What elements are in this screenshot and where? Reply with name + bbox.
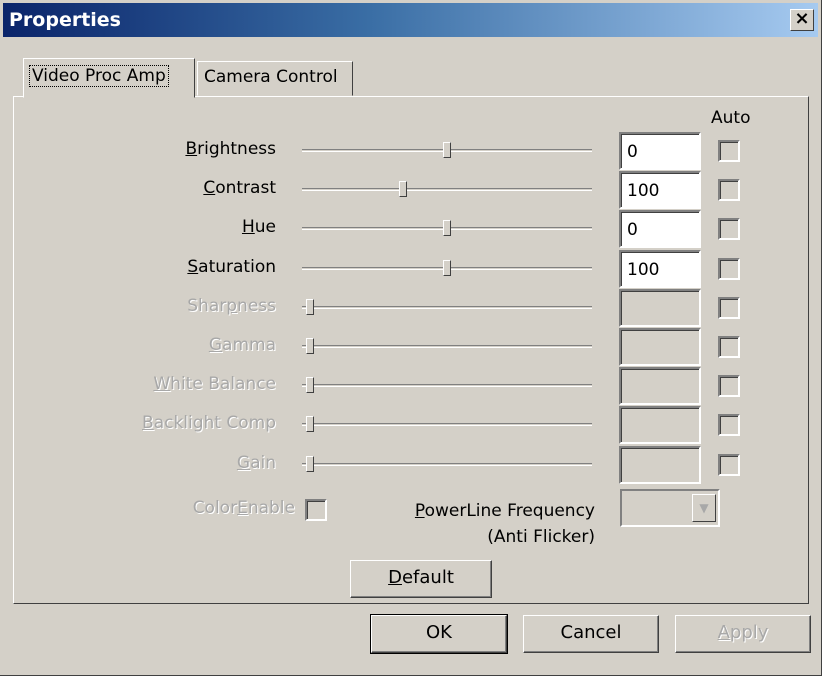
hue-value-field[interactable]: 0: [619, 210, 701, 249]
backlight-comp-auto-checkbox[interactable]: [718, 414, 740, 437]
properties-dialog: Properties × Video Proc Amp Camera Contr…: [0, 0, 822, 676]
brightness-slider[interactable]: [302, 142, 592, 158]
gamma-label: Gamma: [208, 335, 276, 355]
gamma-value-field: [619, 328, 701, 366]
backlight-comp-slider-thumb: [306, 416, 314, 433]
hue-slider[interactable]: [302, 220, 592, 237]
close-icon: ×: [794, 8, 810, 29]
saturation-slider[interactable]: [302, 259, 592, 276]
cancel-button[interactable]: Cancel: [523, 615, 659, 653]
backlight-comp-label: Backlight Comp: [142, 413, 276, 434]
gain-slider: [302, 455, 592, 472]
contrast-slider-thumb[interactable]: [399, 181, 408, 198]
saturation-label: Saturation: [187, 256, 276, 277]
tab-label: Camera Control: [204, 67, 338, 87]
ok-button[interactable]: OK: [370, 614, 508, 654]
gain-slider-thumb: [306, 455, 314, 472]
saturation-value-field[interactable]: 100: [619, 249, 701, 288]
default-button[interactable]: Default: [350, 560, 492, 598]
contrast-slider[interactable]: [302, 181, 592, 198]
powerline-frequency-select[interactable]: ▼: [620, 489, 720, 527]
contrast-auto-checkbox[interactable]: [718, 179, 740, 202]
brightness-slider-thumb[interactable]: [443, 142, 451, 158]
tab-camera-control[interactable]: Camera Control: [197, 61, 353, 96]
powerline-label-line2: (Anti Flicker): [487, 527, 595, 547]
color-enable-label: ColorEnable: [192, 498, 295, 518]
tab-label: Video Proc Amp: [29, 65, 169, 87]
hue-label: Hue: [241, 217, 276, 238]
backlight-comp-value-field: [619, 406, 701, 445]
saturation-slider-thumb[interactable]: [443, 259, 451, 276]
saturation-auto-checkbox[interactable]: [718, 257, 740, 280]
brightness-value-field[interactable]: 0: [619, 132, 701, 170]
white-balance-auto-checkbox[interactable]: [718, 375, 740, 398]
chevron-down-icon[interactable]: ▼: [692, 494, 716, 522]
cancel-button-label: Cancel: [560, 622, 622, 643]
default-button-label: Default: [388, 567, 454, 588]
gain-label: Gain: [236, 452, 276, 473]
powerline-frequency-label: PowerLine Frequency (Anti Flicker): [415, 498, 595, 550]
white-balance-slider: [302, 377, 592, 394]
white-balance-label: White Balance: [153, 374, 276, 395]
ok-button-label: OK: [426, 622, 452, 643]
backlight-comp-slider: [302, 416, 592, 433]
sharpness-label: Sharpness: [187, 295, 276, 316]
auto-header: Auto: [711, 108, 751, 128]
apply-button[interactable]: Apply: [675, 615, 811, 653]
gamma-auto-checkbox[interactable]: [718, 336, 740, 358]
powerline-label-line1: PowerLine Frequency: [414, 501, 595, 521]
contrast-value-field[interactable]: 100: [619, 171, 701, 210]
color-enable-checkbox[interactable]: [305, 499, 327, 521]
hue-slider-thumb[interactable]: [443, 220, 451, 237]
gamma-slider-thumb: [306, 338, 314, 354]
sharpness-slider: [302, 298, 592, 315]
sharpness-slider-thumb: [306, 298, 314, 315]
close-button[interactable]: ×: [790, 9, 814, 31]
tab-video-proc-amp[interactable]: Video Proc Amp: [23, 58, 195, 98]
sharpness-auto-checkbox[interactable]: [718, 296, 740, 319]
gamma-slider: [302, 338, 592, 354]
gain-value-field: [619, 445, 701, 484]
title-bar[interactable]: Properties ×: [3, 3, 818, 37]
white-balance-slider-thumb: [306, 377, 314, 394]
hue-auto-checkbox[interactable]: [718, 218, 740, 241]
window-title: Properties: [9, 9, 121, 31]
contrast-label: Contrast: [203, 178, 276, 199]
sharpness-value-field: [619, 288, 701, 327]
brightness-label: Brightness: [185, 139, 276, 159]
brightness-auto-checkbox[interactable]: [718, 140, 740, 162]
white-balance-value-field: [619, 367, 701, 406]
gain-auto-checkbox[interactable]: [718, 453, 740, 476]
apply-button-label: Apply: [717, 622, 769, 643]
